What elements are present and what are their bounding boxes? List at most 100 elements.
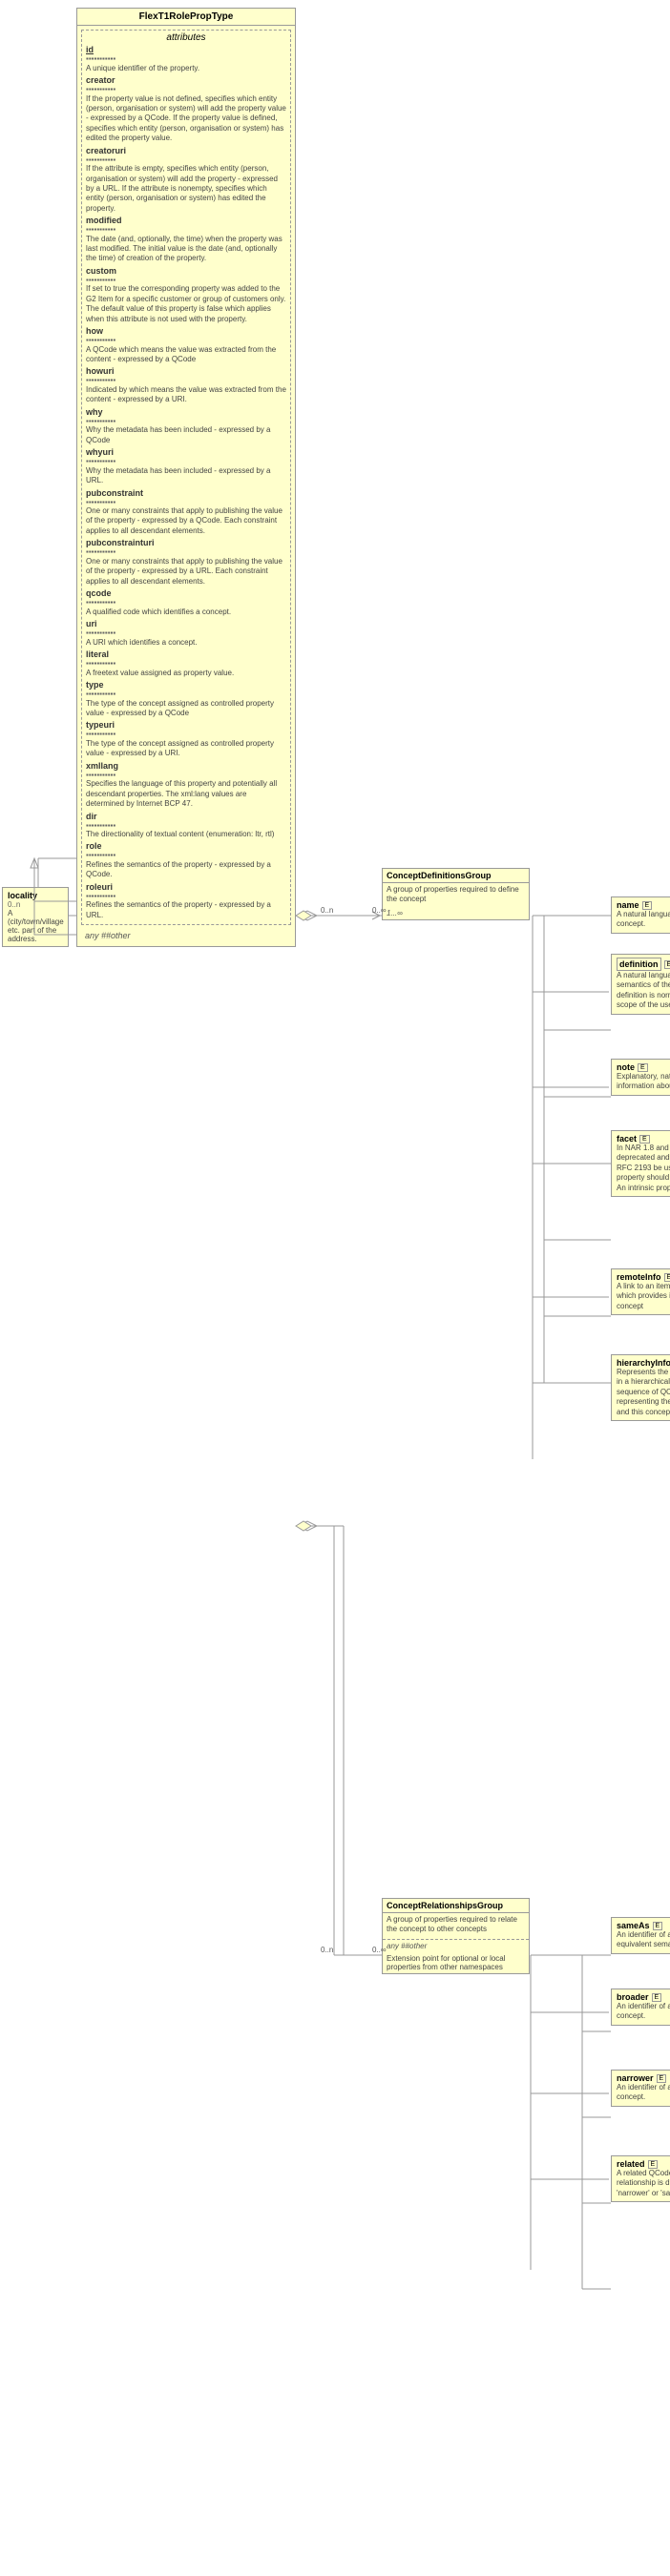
attr-custom: custom ▪▪▪▪▪▪▪▪▪▪▪ If set to true the co… <box>86 266 286 324</box>
sameas-desc: An identifier of a concept with equivale… <box>617 1930 670 1950</box>
any-other-text: any <box>85 931 101 940</box>
note-title: note <box>617 1062 635 1072</box>
attr-roleuri: roleuri ▪▪▪▪▪▪▪▪▪▪▪ Refines the semantic… <box>86 882 286 920</box>
attr-uri-desc: A URI which identifies a concept. <box>86 638 286 648</box>
main-box: FlexT1RolePropType attributes id ▪▪▪▪▪▪▪… <box>76 8 296 947</box>
sameas-box: sameAs E An identifier of a concept with… <box>611 1917 670 1954</box>
note-icon: E <box>638 1063 648 1072</box>
attr-why-dots: ▪▪▪▪▪▪▪▪▪▪▪ <box>86 417 286 426</box>
attr-pubconstrainturi-dots: ▪▪▪▪▪▪▪▪▪▪▪ <box>86 547 286 557</box>
hierarchyinfo-title: hierarchyInfo <box>617 1358 670 1368</box>
attr-literal: literal ▪▪▪▪▪▪▪▪▪▪▪ A freetext value ass… <box>86 649 286 678</box>
mult-label-crg: 0..n <box>321 1946 333 1954</box>
attr-literal-dots: ▪▪▪▪▪▪▪▪▪▪▪ <box>86 659 286 669</box>
related-title: related <box>617 2159 645 2169</box>
attr-how-name: how <box>86 326 286 336</box>
attr-roleuri-dots: ▪▪▪▪▪▪▪▪▪▪▪ <box>86 892 286 901</box>
locality-box: locality 0..n A (city/town/village etc. … <box>2 887 69 947</box>
attr-modified-name: modified <box>86 216 286 225</box>
attr-howuri-name: howuri <box>86 366 286 376</box>
attr-qcode-name: qcode <box>86 588 286 598</box>
attr-role-dots: ▪▪▪▪▪▪▪▪▪▪▪ <box>86 851 286 860</box>
attr-uri: uri ▪▪▪▪▪▪▪▪▪▪▪ A URI which identifies a… <box>86 619 286 648</box>
sameas-icon: E <box>653 1922 663 1930</box>
attr-typeuri-desc: The type of the concept assigned as cont… <box>86 739 286 759</box>
attr-why-name: why <box>86 407 286 417</box>
attr-id-name: id <box>86 45 286 54</box>
attr-xmllang-name: xmllang <box>86 761 286 771</box>
name-box: name E A natural language name for the c… <box>611 896 670 934</box>
definition-box: definition E A natural language definiti… <box>611 954 670 1015</box>
attr-qcode-dots: ▪▪▪▪▪▪▪▪▪▪▪ <box>86 598 286 608</box>
attr-xmllang-desc: Specifies the language of this property … <box>86 779 286 809</box>
narrower-box: narrower E An identifier of a more speci… <box>611 2070 670 2107</box>
attr-dir-dots: ▪▪▪▪▪▪▪▪▪▪▪ <box>86 821 286 831</box>
attr-id-desc: A unique identifier of the property. <box>86 64 286 73</box>
crg-desc: A group of properties required to relate… <box>383 1913 529 1937</box>
locality-title: locality <box>8 891 63 900</box>
attr-typeuri-name: typeuri <box>86 720 286 730</box>
attr-type-name: type <box>86 680 286 690</box>
attr-creatoruri-name: creatoruri <box>86 146 286 155</box>
attr-type: type ▪▪▪▪▪▪▪▪▪▪▪ The type of the concept… <box>86 680 286 718</box>
name-icon: E <box>642 901 653 910</box>
attr-modified-desc: The date (and, optionally, the time) whe… <box>86 235 286 264</box>
attr-how-desc: A QCode which means the value was extrac… <box>86 345 286 365</box>
attr-creator-name: creator <box>86 75 286 85</box>
attr-qcode-desc: A qualified code which identifies a conc… <box>86 608 286 617</box>
attr-roleuri-name: roleuri <box>86 882 286 892</box>
attr-id-dots: ▪▪▪▪▪▪▪▪▪▪▪ <box>86 54 286 64</box>
hierarchyinfo-box: hierarchyInfo E Represents the position … <box>611 1354 670 1421</box>
hierarchyinfo-desc: Represents the position of a concept in … <box>617 1368 670 1417</box>
narrower-desc: An identifier of a more specific concept… <box>617 2083 670 2103</box>
attr-xmllang-dots: ▪▪▪▪▪▪▪▪▪▪▪ <box>86 771 286 780</box>
concept-relationships-group-box: ConceptRelationshipsGroup A group of pro… <box>382 1898 530 1974</box>
remoteinfo-box: remoteInfo E A link to an item or a web … <box>611 1268 670 1315</box>
attr-type-desc: The type of the concept assigned as cont… <box>86 699 286 719</box>
attr-howuri: howuri ▪▪▪▪▪▪▪▪▪▪▪ Indicated by which me… <box>86 366 286 404</box>
locality-mult: 0..n <box>8 900 63 909</box>
attr-custom-desc: If set to true the corresponding propert… <box>86 284 286 324</box>
attr-whyuri: whyuri ▪▪▪▪▪▪▪▪▪▪▪ Why the metadata has … <box>86 447 286 485</box>
diagram-container: FlexT1RolePropType attributes id ▪▪▪▪▪▪▪… <box>0 0 670 2576</box>
attr-why-desc: Why the metadata has been included - exp… <box>86 425 286 445</box>
crg-any-text: any <box>387 1942 401 1950</box>
any-other-main: any ##other <box>81 929 291 942</box>
any-other-value: ##other <box>101 931 131 940</box>
facet-icon: E <box>639 1135 650 1144</box>
mult-label-cdg2: 0..∞ <box>372 906 387 915</box>
attr-modified: modified ▪▪▪▪▪▪▪▪▪▪▪ The date (and, opti… <box>86 216 286 264</box>
attr-modified-dots: ▪▪▪▪▪▪▪▪▪▪▪ <box>86 225 286 235</box>
attr-pubconstraint: pubconstraint ▪▪▪▪▪▪▪▪▪▪▪ One or many co… <box>86 488 286 537</box>
cdg-desc: A group of properties required to define… <box>383 883 529 907</box>
attr-typeuri-dots: ▪▪▪▪▪▪▪▪▪▪▪ <box>86 730 286 739</box>
attr-pubconstrainturi-name: pubconstrainturi <box>86 538 286 547</box>
attr-dir-desc: The directionality of textual content (e… <box>86 830 286 839</box>
crg-any-label: any ##other <box>383 1939 529 1952</box>
cdg-mult: 1...∞ <box>383 907 529 919</box>
name-desc: A natural language name for the concept. <box>617 910 670 930</box>
attr-uri-name: uri <box>86 619 286 629</box>
attr-role-desc: Refines the semantics of the property - … <box>86 860 286 880</box>
attr-dir-name: dir <box>86 812 286 821</box>
attr-whyuri-desc: Why the metadata has been included - exp… <box>86 466 286 486</box>
note-box: note E Explanatory, natural language inf… <box>611 1059 670 1096</box>
attr-roleuri-desc: Refines the semantics of the property - … <box>86 900 286 920</box>
crg-title: ConceptRelationshipsGroup <box>383 1899 529 1913</box>
attr-id: id ▪▪▪▪▪▪▪▪▪▪▪ A unique identifier of th… <box>86 45 286 73</box>
locality-desc: A (city/town/village etc. part of the ad… <box>8 909 63 943</box>
attr-qcode: qcode ▪▪▪▪▪▪▪▪▪▪▪ A qualified code which… <box>86 588 286 617</box>
attr-creator: creator ▪▪▪▪▪▪▪▪▪▪▪ If the property valu… <box>86 75 286 144</box>
attr-type-dots: ▪▪▪▪▪▪▪▪▪▪▪ <box>86 690 286 699</box>
main-box-title: FlexT1RolePropType <box>77 9 295 26</box>
attr-how-dots: ▪▪▪▪▪▪▪▪▪▪▪ <box>86 336 286 345</box>
crg-any-value: ##other <box>401 1942 427 1950</box>
remoteinfo-icon: E <box>664 1273 670 1282</box>
attr-howuri-dots: ▪▪▪▪▪▪▪▪▪▪▪ <box>86 376 286 385</box>
attr-custom-dots: ▪▪▪▪▪▪▪▪▪▪▪ <box>86 276 286 285</box>
definition-desc: A natural language definition of the sem… <box>617 971 670 1011</box>
attr-creatoruri-dots: ▪▪▪▪▪▪▪▪▪▪▪ <box>86 155 286 165</box>
broader-icon: E <box>652 1993 662 2002</box>
attr-literal-desc: A freetext value assigned as property va… <box>86 669 286 678</box>
related-icon: E <box>648 2160 659 2169</box>
